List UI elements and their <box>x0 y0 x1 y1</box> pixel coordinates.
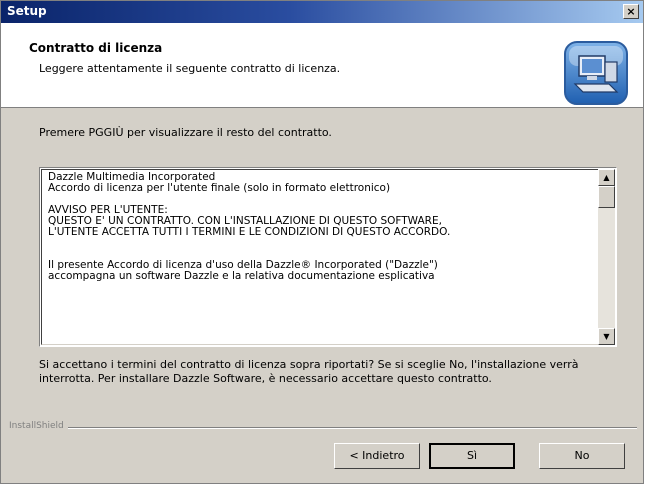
close-icon: × <box>626 5 636 18</box>
license-text: Dazzle Multimedia Incorporated Accordo d… <box>48 171 451 282</box>
arrow-down-icon: ▼ <box>603 332 610 341</box>
back-button[interactable]: < Indietro <box>334 443 420 469</box>
setup-window: Setup × Contratto di licenza Leggere att… <box>0 0 644 484</box>
license-scrollbar[interactable]: ▲ ▼ <box>598 169 615 345</box>
brand-separator: InstallShield <box>9 421 637 433</box>
page-title: Contratto di licenza <box>29 41 163 55</box>
page-subtitle: Leggere attentamente il seguente contrat… <box>39 62 341 75</box>
close-button[interactable]: × <box>623 4 639 19</box>
no-button[interactable]: No <box>539 443 625 469</box>
installshield-label: InstallShield <box>9 421 68 431</box>
scroll-instruction: Premere PGGIÙ per visualizzare il resto … <box>39 126 332 139</box>
header-panel: Contratto di licenza Leggere attentament… <box>1 23 643 108</box>
scroll-thumb[interactable] <box>598 186 615 208</box>
yes-button[interactable]: Sì <box>429 443 515 469</box>
arrow-up-icon: ▲ <box>603 173 610 182</box>
scroll-down-button[interactable]: ▼ <box>598 328 615 345</box>
window-title: Setup <box>7 4 47 18</box>
license-textarea[interactable]: Dazzle Multimedia Incorporated Accordo d… <box>39 167 617 347</box>
separator-line <box>9 427 637 429</box>
accept-question: Si accettano i termini del contratto di … <box>39 358 579 385</box>
scroll-up-button[interactable]: ▲ <box>598 169 615 186</box>
setup-computer-icon <box>564 41 628 105</box>
title-bar[interactable]: Setup × <box>1 1 643 23</box>
